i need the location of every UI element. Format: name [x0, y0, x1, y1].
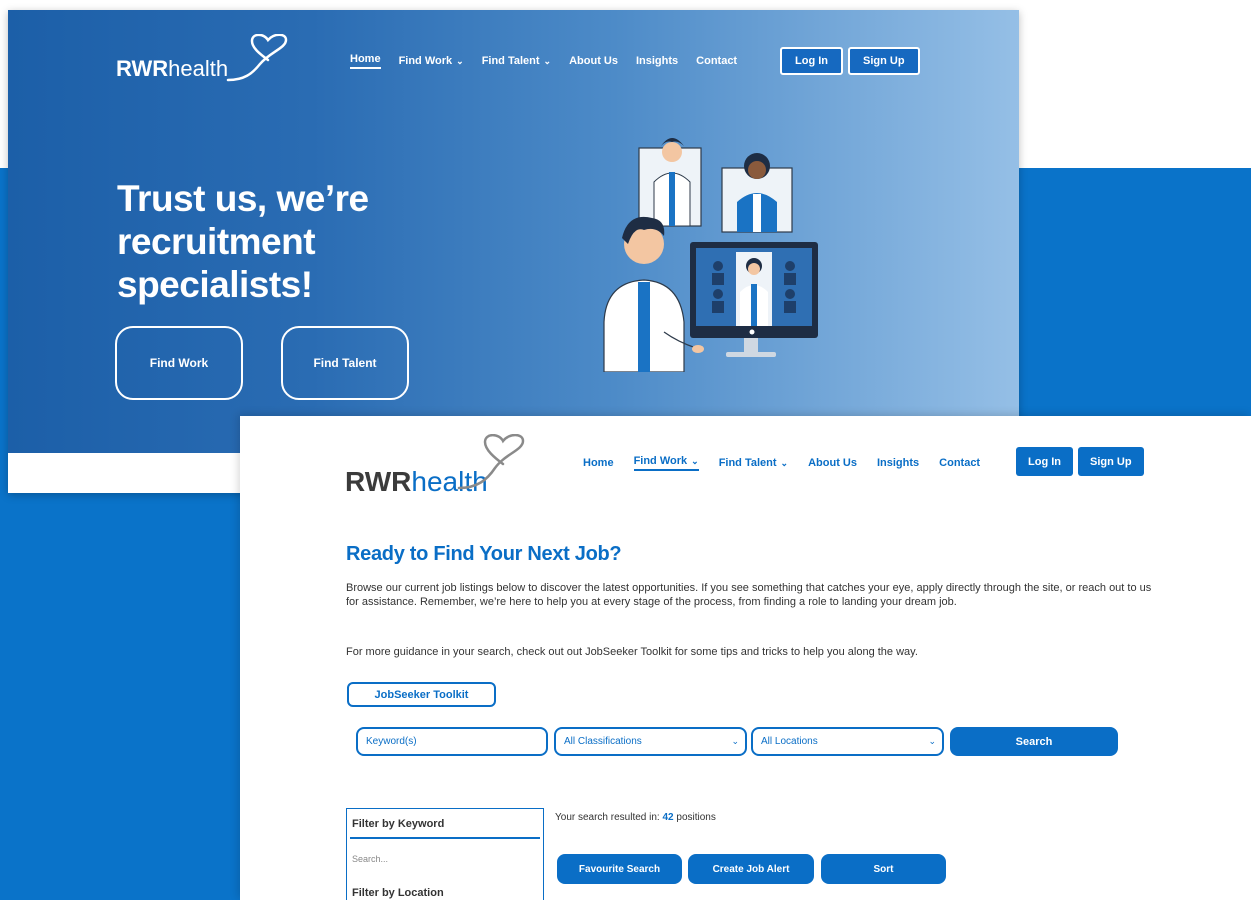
find-talent-button[interactable]: Find Talent [281, 326, 409, 400]
jobs-auth-buttons: Log In Sign Up [1016, 447, 1144, 476]
jobseeker-toolkit-button[interactable]: JobSeeker Toolkit [347, 682, 496, 707]
favourite-search-button[interactable]: Favourite Search [557, 854, 682, 884]
login-button[interactable]: Log In [780, 47, 843, 75]
nav-label: Home [350, 53, 381, 65]
chevron-down-icon: ⌄ [543, 55, 552, 66]
filter-search-input[interactable]: Search... [352, 854, 388, 864]
logo-text-bold: RWR [345, 466, 412, 497]
nav-insights[interactable]: Insights [636, 55, 678, 67]
chevron-down-icon: ⌄ [780, 457, 789, 468]
nav-label: About Us [569, 55, 618, 67]
location-value: All Locations [761, 736, 818, 747]
nav-label: Home [583, 457, 614, 469]
search-button[interactable]: Search [950, 727, 1118, 756]
location-select[interactable]: All Locations ⌄ [751, 727, 944, 756]
filter-sidebar: Filter by Keyword Search... Filter by Lo… [346, 808, 544, 900]
hero-auth-buttons: Log In Sign Up [780, 47, 920, 75]
create-job-alert-button[interactable]: Create Job Alert [688, 854, 814, 884]
sort-button[interactable]: Sort [821, 854, 946, 884]
results-prefix: Your search resulted in: [555, 812, 660, 823]
chevron-down-icon: ⌄ [928, 736, 936, 746]
nav-home[interactable]: Home [350, 53, 381, 69]
intro-paragraph: Browse our current job listings below to… [346, 582, 1152, 608]
results-suffix: positions [676, 812, 716, 823]
nav-label: Find Work [398, 55, 453, 67]
login-button[interactable]: Log In [1016, 447, 1073, 476]
nav-find-work[interactable]: Find Work ⌄ [633, 455, 699, 471]
signup-button[interactable]: Sign Up [1078, 447, 1144, 476]
nav-label: Insights [876, 457, 920, 469]
nav-label: Find Talent [481, 55, 540, 67]
nav-about-us[interactable]: About Us [808, 457, 857, 469]
hero-title: Trust us, we’re recruitment specialists! [117, 178, 369, 305]
nav-find-talent[interactable]: Find Talent ⌄ [719, 457, 788, 469]
nav-label: Insights [635, 55, 679, 67]
nav-label: Find Talent [718, 457, 777, 469]
nav-label: Contact [939, 457, 981, 469]
nav-label: Contact [696, 55, 738, 67]
results-count: 42 [662, 812, 674, 823]
classification-select[interactable]: All Classifications ⌄ [554, 727, 747, 756]
signup-button[interactable]: Sign Up [848, 47, 920, 75]
classification-value: All Classifications [564, 736, 642, 747]
nav-label: Find Work [633, 455, 688, 467]
nav-home[interactable]: Home [583, 457, 614, 469]
logo-text-bold: RWR [116, 56, 169, 81]
logo-text-light: health [168, 56, 229, 81]
keyword-input[interactable]: Keyword(s) [356, 727, 548, 756]
heart-logo-icon [226, 34, 288, 82]
find-work-button[interactable]: Find Work [115, 326, 243, 400]
heart-logo-icon [457, 434, 525, 490]
keyword-placeholder: Keyword(s) [366, 736, 417, 747]
jobs-screenshot: RWR health Home Find Work ⌄ Find Talent ⌄ A… [240, 416, 1251, 900]
guidance-paragraph: For more guidance in your search, check … [346, 646, 918, 658]
page-title: Ready to Find Your Next Job? [346, 543, 622, 565]
filter-location-title[interactable]: Filter by Location [352, 887, 444, 899]
nav-contact[interactable]: Contact [696, 55, 737, 67]
doctors-video-call-illustration [603, 138, 818, 372]
chevron-down-icon: ⌄ [731, 736, 739, 746]
chevron-down-icon: ⌄ [456, 55, 464, 66]
jobs-logo[interactable]: RWR health [345, 434, 525, 498]
nav-label: About Us [808, 457, 857, 469]
nav-find-work[interactable]: Find Work ⌄ [399, 55, 464, 67]
hero-logo[interactable]: RWR health [116, 34, 288, 82]
chevron-down-icon: ⌄ [691, 455, 699, 466]
nav-contact[interactable]: Contact [939, 457, 980, 469]
divider [350, 837, 540, 839]
nav-find-talent[interactable]: Find Talent ⌄ [482, 55, 551, 67]
filter-keyword-title: Filter by Keyword [352, 818, 445, 830]
jobs-main-nav: Home Find Work ⌄ Find Talent ⌄ About Us In… [583, 452, 980, 474]
results-summary: Your search resulted in: 42 positions [555, 812, 716, 823]
nav-insights[interactable]: Insights [877, 457, 919, 469]
nav-about-us[interactable]: About Us [569, 55, 618, 67]
hero-main-nav: Home Find Work ⌄ Find Talent ⌄ About Us In… [350, 48, 737, 74]
